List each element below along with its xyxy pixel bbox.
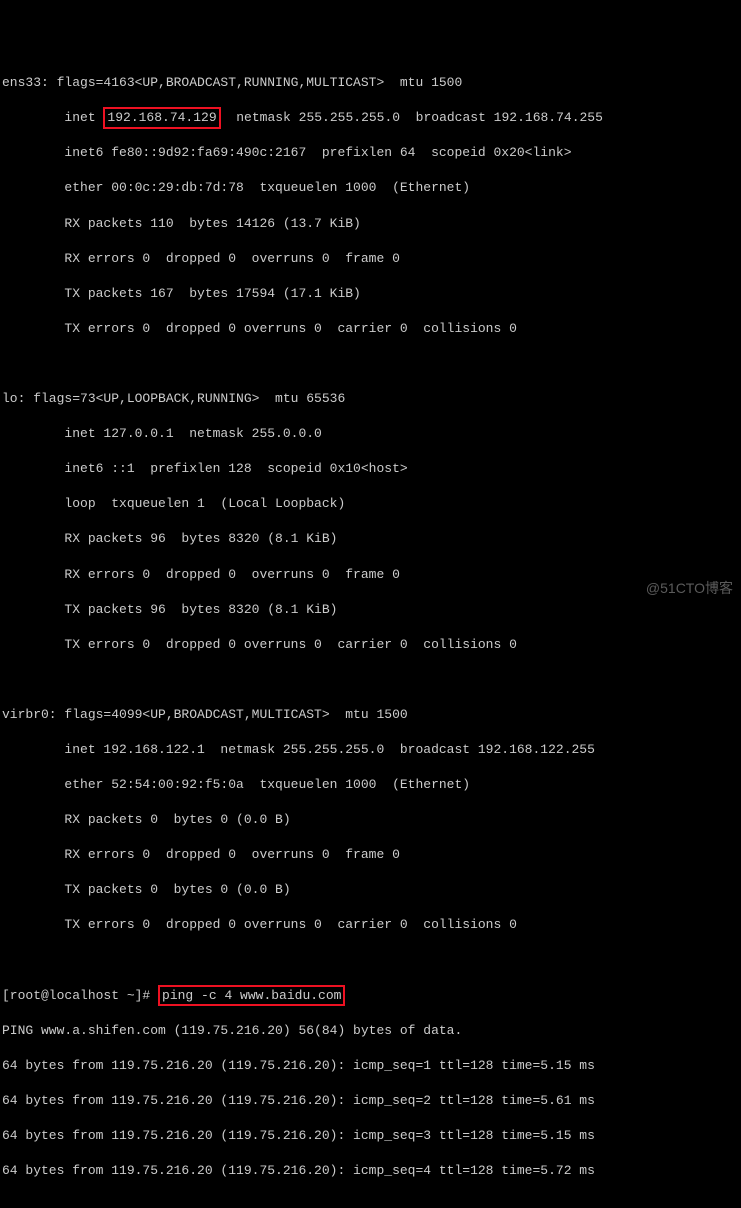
lo-inet6: inet6 ::1 prefixlen 128 scopeid 0x10<hos… [2,460,739,478]
lo-txp: TX packets 96 bytes 8320 (8.1 KiB) [2,601,739,619]
ping-reply-1: 64 bytes from 119.75.216.20 (119.75.216.… [2,1057,739,1075]
prompt-prefix: [root@localhost ~]# [2,988,158,1003]
ens33-header: ens33: flags=4163<UP,BROADCAST,RUNNING,M… [2,74,739,92]
lo-loop: loop txqueuelen 1 (Local Loopback) [2,495,739,513]
ping-header: PING www.a.shifen.com (119.75.216.20) 56… [2,1022,739,1040]
virbr0-rxe: RX errors 0 dropped 0 overruns 0 frame 0 [2,846,739,864]
ens33-rxe: RX errors 0 dropped 0 overruns 0 frame 0 [2,250,739,268]
ens33-ether: ether 00:0c:29:db:7d:78 txqueuelen 1000 … [2,179,739,197]
lo-rxp: RX packets 96 bytes 8320 (8.1 KiB) [2,530,739,548]
prompt-ping[interactable]: [root@localhost ~]# ping -c 4 www.baidu.… [2,987,739,1005]
blank [2,355,739,373]
inet-prefix: inet [2,110,103,125]
watermark: @51CTO博客 [646,579,733,598]
ping-command-highlight: ping -c 4 www.baidu.com [158,985,345,1007]
virbr0-txp: TX packets 0 bytes 0 (0.0 B) [2,881,739,899]
lo-header: lo: flags=73<UP,LOOPBACK,RUNNING> mtu 65… [2,390,739,408]
ens33-rxp: RX packets 110 bytes 14126 (13.7 KiB) [2,215,739,233]
ens33-ip-highlight: 192.168.74.129 [103,107,220,129]
virbr0-ether: ether 52:54:00:92:f5:0a txqueuelen 1000 … [2,776,739,794]
virbr0-inet: inet 192.168.122.1 netmask 255.255.255.0… [2,741,739,759]
blank [2,1197,739,1208]
ens33-txe: TX errors 0 dropped 0 overruns 0 carrier… [2,320,739,338]
inet-suffix: netmask 255.255.255.0 broadcast 192.168.… [221,110,603,125]
ping-reply-3: 64 bytes from 119.75.216.20 (119.75.216.… [2,1127,739,1145]
ens33-txp: TX packets 167 bytes 17594 (17.1 KiB) [2,285,739,303]
lo-rxe: RX errors 0 dropped 0 overruns 0 frame 0 [2,566,739,584]
blank [2,671,739,689]
ping-reply-4: 64 bytes from 119.75.216.20 (119.75.216.… [2,1162,739,1180]
virbr0-txe: TX errors 0 dropped 0 overruns 0 carrier… [2,916,739,934]
virbr0-header: virbr0: flags=4099<UP,BROADCAST,MULTICAS… [2,706,739,724]
lo-inet: inet 127.0.0.1 netmask 255.0.0.0 [2,425,739,443]
blank [2,952,739,970]
lo-txe: TX errors 0 dropped 0 overruns 0 carrier… [2,636,739,654]
ping-reply-2: 64 bytes from 119.75.216.20 (119.75.216.… [2,1092,739,1110]
virbr0-rxp: RX packets 0 bytes 0 (0.0 B) [2,811,739,829]
ens33-inet: inet 192.168.74.129 netmask 255.255.255.… [2,109,739,127]
ens33-inet6: inet6 fe80::9d92:fa69:490c:2167 prefixle… [2,144,739,162]
